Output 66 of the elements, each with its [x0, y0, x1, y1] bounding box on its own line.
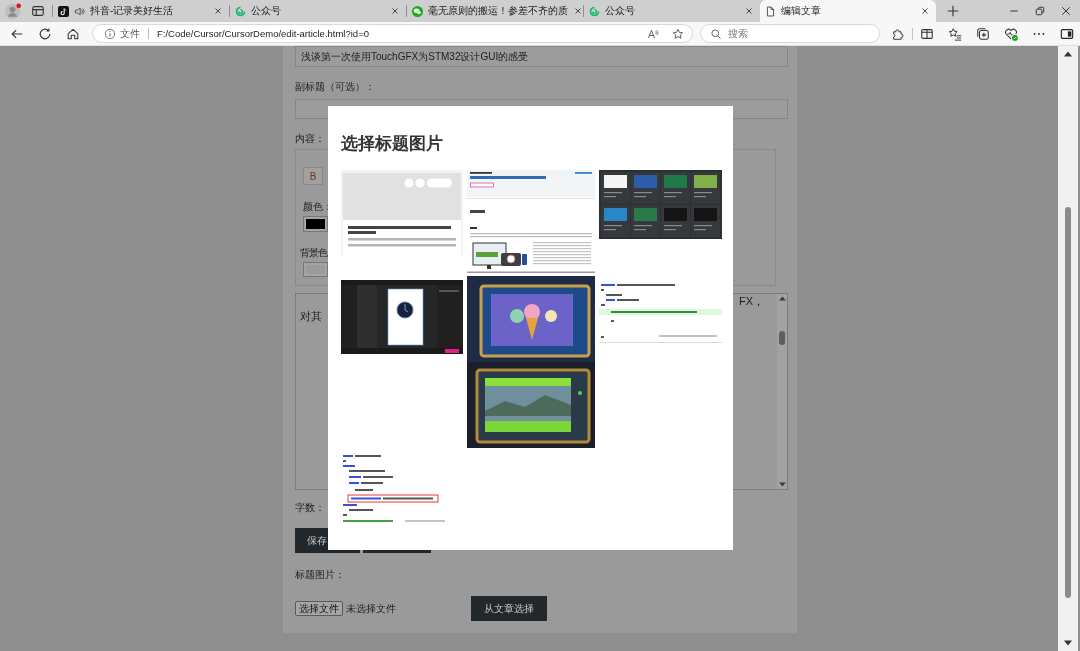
scroll-down-icon[interactable]	[1064, 640, 1072, 646]
star-list-icon[interactable]	[948, 26, 962, 41]
color-swatch-icon	[306, 219, 325, 229]
scrollbar-thumb[interactable]	[779, 331, 785, 345]
restore-icon[interactable]	[1034, 5, 1046, 17]
subtitle-label: 副标题（可选）：	[295, 80, 375, 94]
read-aloud-icon[interactable]	[647, 27, 659, 40]
pick-from-articles-button[interactable]: 从文章选择	[471, 596, 547, 621]
scrollbar-thumb[interactable]	[1065, 207, 1071, 598]
browser-tab[interactable]: 抖音-记录美好生活	[53, 0, 229, 22]
home-icon[interactable]	[66, 26, 80, 41]
word-count-label: 字数：	[295, 501, 325, 515]
browser-tab[interactable]: 编辑文章	[760, 0, 936, 22]
close-icon[interactable]	[213, 6, 223, 16]
web-page-drawing[interactable]	[467, 170, 595, 273]
ring-logo-icon	[589, 5, 600, 17]
close-icon[interactable]	[390, 6, 400, 16]
url-text: F:/Code/Cursor/CursorDemo/edit-article.html?id=0	[157, 28, 369, 39]
document-icon	[765, 5, 776, 17]
profile-avatar-icon[interactable]	[5, 2, 22, 20]
tab-actions-icon[interactable]	[31, 4, 45, 18]
search-icon	[710, 27, 722, 40]
music-note-logo-icon	[58, 5, 69, 17]
plus-icon[interactable]	[946, 4, 960, 18]
browser-tab[interactable]: 公众号	[230, 0, 406, 22]
content-text: FX，	[738, 294, 764, 308]
choose-file-button[interactable]: 选择文件	[295, 601, 343, 616]
star-icon[interactable]	[672, 27, 684, 40]
heart-icon[interactable]	[1004, 26, 1018, 41]
content-label: 内容：	[295, 132, 325, 146]
background-color-label: 背景色	[300, 246, 327, 260]
board-gallery-drawing[interactable]	[599, 170, 722, 239]
bold-button[interactable]: B	[303, 167, 323, 185]
board-photo-placeholder[interactable]	[467, 276, 595, 448]
chat-bubbles-icon	[412, 5, 423, 17]
dialog-title: 选择标题图片	[341, 134, 443, 154]
sidebar-icon[interactable]	[1060, 26, 1074, 41]
title-input[interactable]: 浅谈第一次使用TouchGFX为STM32设计GUI的感受	[295, 46, 788, 67]
scroll-up-icon[interactable]	[1064, 51, 1072, 57]
content-text: 对其	[300, 310, 322, 322]
editor-window-drawing[interactable]	[341, 280, 463, 354]
ring-logo-icon	[235, 5, 246, 17]
scroll-down-icon[interactable]	[778, 482, 786, 487]
browser-tab[interactable]: 公众号	[584, 0, 760, 22]
split-screen-icon[interactable]	[920, 26, 934, 41]
info-icon[interactable]	[104, 27, 116, 40]
scroll-up-icon[interactable]	[778, 296, 786, 301]
browser-tab[interactable]: 毫无原则的搬运！参差不齐的质	[407, 0, 583, 22]
close-icon[interactable]	[744, 6, 754, 16]
search-field[interactable]: 搜索	[700, 24, 880, 43]
puzzle-icon[interactable]	[891, 26, 905, 41]
background-color-picker[interactable]	[303, 262, 328, 277]
close-icon[interactable]	[573, 6, 583, 16]
speaker-icon[interactable]	[74, 5, 85, 17]
text-color-picker[interactable]	[303, 216, 328, 232]
site-info-label[interactable]: 文件	[120, 26, 140, 41]
article-card-drawing[interactable]	[341, 170, 463, 257]
close-icon[interactable]	[920, 6, 930, 16]
collections-icon[interactable]	[976, 26, 990, 41]
page-scrollbar[interactable]	[1058, 46, 1078, 651]
close-icon[interactable]	[1060, 5, 1072, 17]
address-field[interactable]: 文件 F:/Code/Cursor/CursorDemo/edit-article.html?id=0	[92, 24, 693, 43]
refresh-icon[interactable]	[38, 26, 52, 41]
textarea-scrollbar[interactable]	[777, 294, 787, 489]
title-image-label: 标题图片：	[295, 568, 345, 582]
file-status-text: 未选择文件	[346, 601, 396, 616]
